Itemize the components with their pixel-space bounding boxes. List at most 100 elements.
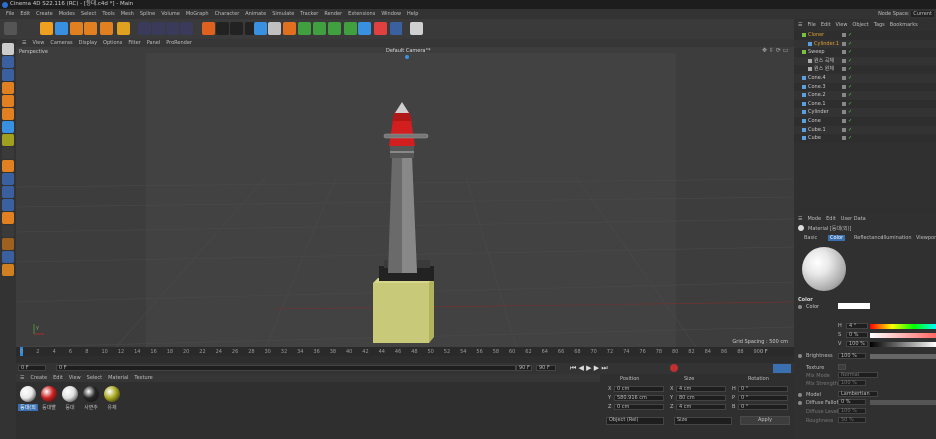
cube-icon[interactable]: [254, 22, 267, 35]
object-row[interactable]: Cone.2 ✓: [794, 91, 936, 100]
enable-check-icon[interactable]: ✓: [848, 40, 852, 49]
axis-mode-icon[interactable]: [2, 121, 14, 133]
tab-illumination[interactable]: Illumination: [880, 235, 914, 241]
enable-check-icon[interactable]: ✓: [848, 126, 852, 135]
enable-check-icon[interactable]: ✓: [848, 31, 852, 40]
object-menu-bookmarks[interactable]: Bookmarks: [890, 22, 918, 28]
object-row[interactable]: 원스 원체 ✓: [794, 65, 936, 74]
texture-mode-icon[interactable]: [2, 69, 14, 81]
menu-volume[interactable]: Volume: [161, 11, 180, 17]
render-region-icon[interactable]: [202, 22, 215, 35]
visibility-icon[interactable]: [842, 67, 846, 72]
menu-window[interactable]: Window: [381, 11, 401, 17]
material-menu-edit[interactable]: Edit: [53, 375, 63, 381]
menu-extensions[interactable]: Extensions: [348, 11, 375, 17]
diffuse-level-field[interactable]: 100 %: [838, 408, 866, 414]
object-row[interactable]: Cone ✓: [794, 117, 936, 126]
recent-tool-icon[interactable]: [100, 22, 113, 35]
rot-field[interactable]: 0 °: [738, 386, 788, 392]
visibility-icon[interactable]: [842, 33, 846, 37]
material-menu-material[interactable]: Material: [108, 375, 128, 381]
bulb-icon[interactable]: [410, 22, 423, 35]
material-menu-icon[interactable]: ☰: [20, 375, 24, 381]
rotate-icon[interactable]: [84, 22, 97, 35]
viewport-menu-prorender[interactable]: ProRender: [166, 40, 192, 46]
attribute-menu-mode[interactable]: Mode: [807, 216, 821, 222]
menu-tracker[interactable]: Tracker: [300, 11, 318, 17]
material-item[interactable]: 등대빨: [39, 386, 59, 414]
material-item[interactable]: 사면추: [81, 386, 101, 414]
object-menu-view[interactable]: View: [836, 22, 848, 28]
goto-end-icon[interactable]: ⏭: [601, 364, 607, 372]
size-field[interactable]: 4 cm: [676, 386, 726, 392]
next-key-icon[interactable]: ▶: [594, 364, 599, 372]
brightness-slider[interactable]: [870, 354, 936, 359]
material-menu-view[interactable]: View: [69, 375, 81, 381]
pos-field[interactable]: 0 cm: [614, 404, 664, 410]
object-row[interactable]: Cloner ✓: [794, 31, 936, 40]
menu-edit[interactable]: Edit: [20, 11, 30, 17]
node-space-value[interactable]: Current: [911, 11, 934, 17]
tab-basic[interactable]: Basic: [802, 235, 819, 241]
viewport-menu-display[interactable]: Display: [79, 40, 97, 46]
object-row[interactable]: Cube.1 ✓: [794, 125, 936, 135]
coord-system-icon[interactable]: [180, 22, 193, 35]
y-axis-icon[interactable]: [152, 22, 165, 35]
undo-icon[interactable]: [4, 22, 17, 35]
visibility-icon[interactable]: [842, 41, 846, 46]
menu-animate[interactable]: Animate: [245, 11, 266, 17]
roughness-field[interactable]: 50 %: [838, 417, 866, 423]
enable-check-icon[interactable]: ✓: [848, 100, 852, 109]
snap-icon[interactable]: [2, 173, 14, 185]
brush-icon[interactable]: [2, 238, 14, 250]
enable-check-icon[interactable]: ✓: [848, 57, 852, 66]
enable-check-icon[interactable]: ✓: [848, 48, 852, 57]
move-icon[interactable]: [55, 22, 68, 35]
menu-create[interactable]: Create: [36, 11, 53, 17]
pos-field[interactable]: 580.916 cm: [614, 395, 664, 401]
z-axis-icon[interactable]: [166, 22, 179, 35]
menu-simulate[interactable]: Simulate: [272, 11, 294, 17]
enable-check-icon[interactable]: ✓: [848, 134, 852, 143]
value-slider[interactable]: [870, 342, 936, 347]
model-dot[interactable]: [798, 393, 802, 397]
color-param-dot[interactable]: [798, 305, 802, 309]
viewport-menu-view[interactable]: View: [32, 40, 44, 46]
default-camera-label[interactable]: Default Camera°*: [386, 48, 430, 54]
diffuse-falloff-slider[interactable]: [870, 400, 936, 405]
object-menu-edit[interactable]: Edit: [821, 22, 831, 28]
menu-tools[interactable]: Tools: [102, 11, 114, 17]
record-icon[interactable]: [670, 364, 678, 372]
transform-icon[interactable]: [117, 22, 130, 35]
viewport-menu-panel[interactable]: Panel: [147, 40, 161, 46]
visibility-icon[interactable]: [842, 110, 846, 115]
enable-check-icon[interactable]: ✓: [848, 83, 852, 92]
menu-mograph[interactable]: MoGraph: [186, 11, 209, 17]
mix-mode-select[interactable]: Normal: [838, 372, 878, 378]
tab-color[interactable]: Color: [828, 235, 846, 241]
scale-icon[interactable]: [70, 22, 83, 35]
material-item[interactable]: 유채: [102, 386, 122, 414]
diffuse-falloff-field[interactable]: 0 %: [838, 399, 866, 405]
object-row[interactable]: Cube ✓: [794, 134, 936, 143]
value-field[interactable]: 100 %: [846, 341, 868, 347]
size-mode-select[interactable]: Size: [674, 417, 732, 425]
prev-key-icon[interactable]: ◀: [579, 364, 584, 372]
timeline-layout-button[interactable]: [773, 364, 791, 373]
camera-icon[interactable]: [374, 22, 387, 35]
attribute-menu-edit[interactable]: Edit: [826, 216, 836, 222]
mograph-icon[interactable]: [313, 22, 326, 35]
menu-file[interactable]: File: [6, 11, 14, 17]
object-row[interactable]: Cylinder.1 ✓: [794, 39, 936, 49]
viewport-menu-cameras[interactable]: Cameras: [50, 40, 72, 46]
make-editable-icon[interactable]: [2, 43, 14, 55]
viewport-menu-icon[interactable]: ☰: [22, 40, 26, 46]
size-field[interactable]: 4 cm: [676, 404, 726, 410]
brightness-dot[interactable]: [798, 354, 802, 358]
brightness-field[interactable]: 100 %: [838, 353, 866, 359]
keyframe-tools[interactable]: [684, 364, 754, 373]
color-swatch[interactable]: [838, 303, 870, 309]
point-mode-icon[interactable]: [2, 82, 14, 94]
hue-field[interactable]: 4 °: [846, 323, 868, 329]
attribute-menu-icon[interactable]: ☰: [798, 216, 802, 222]
